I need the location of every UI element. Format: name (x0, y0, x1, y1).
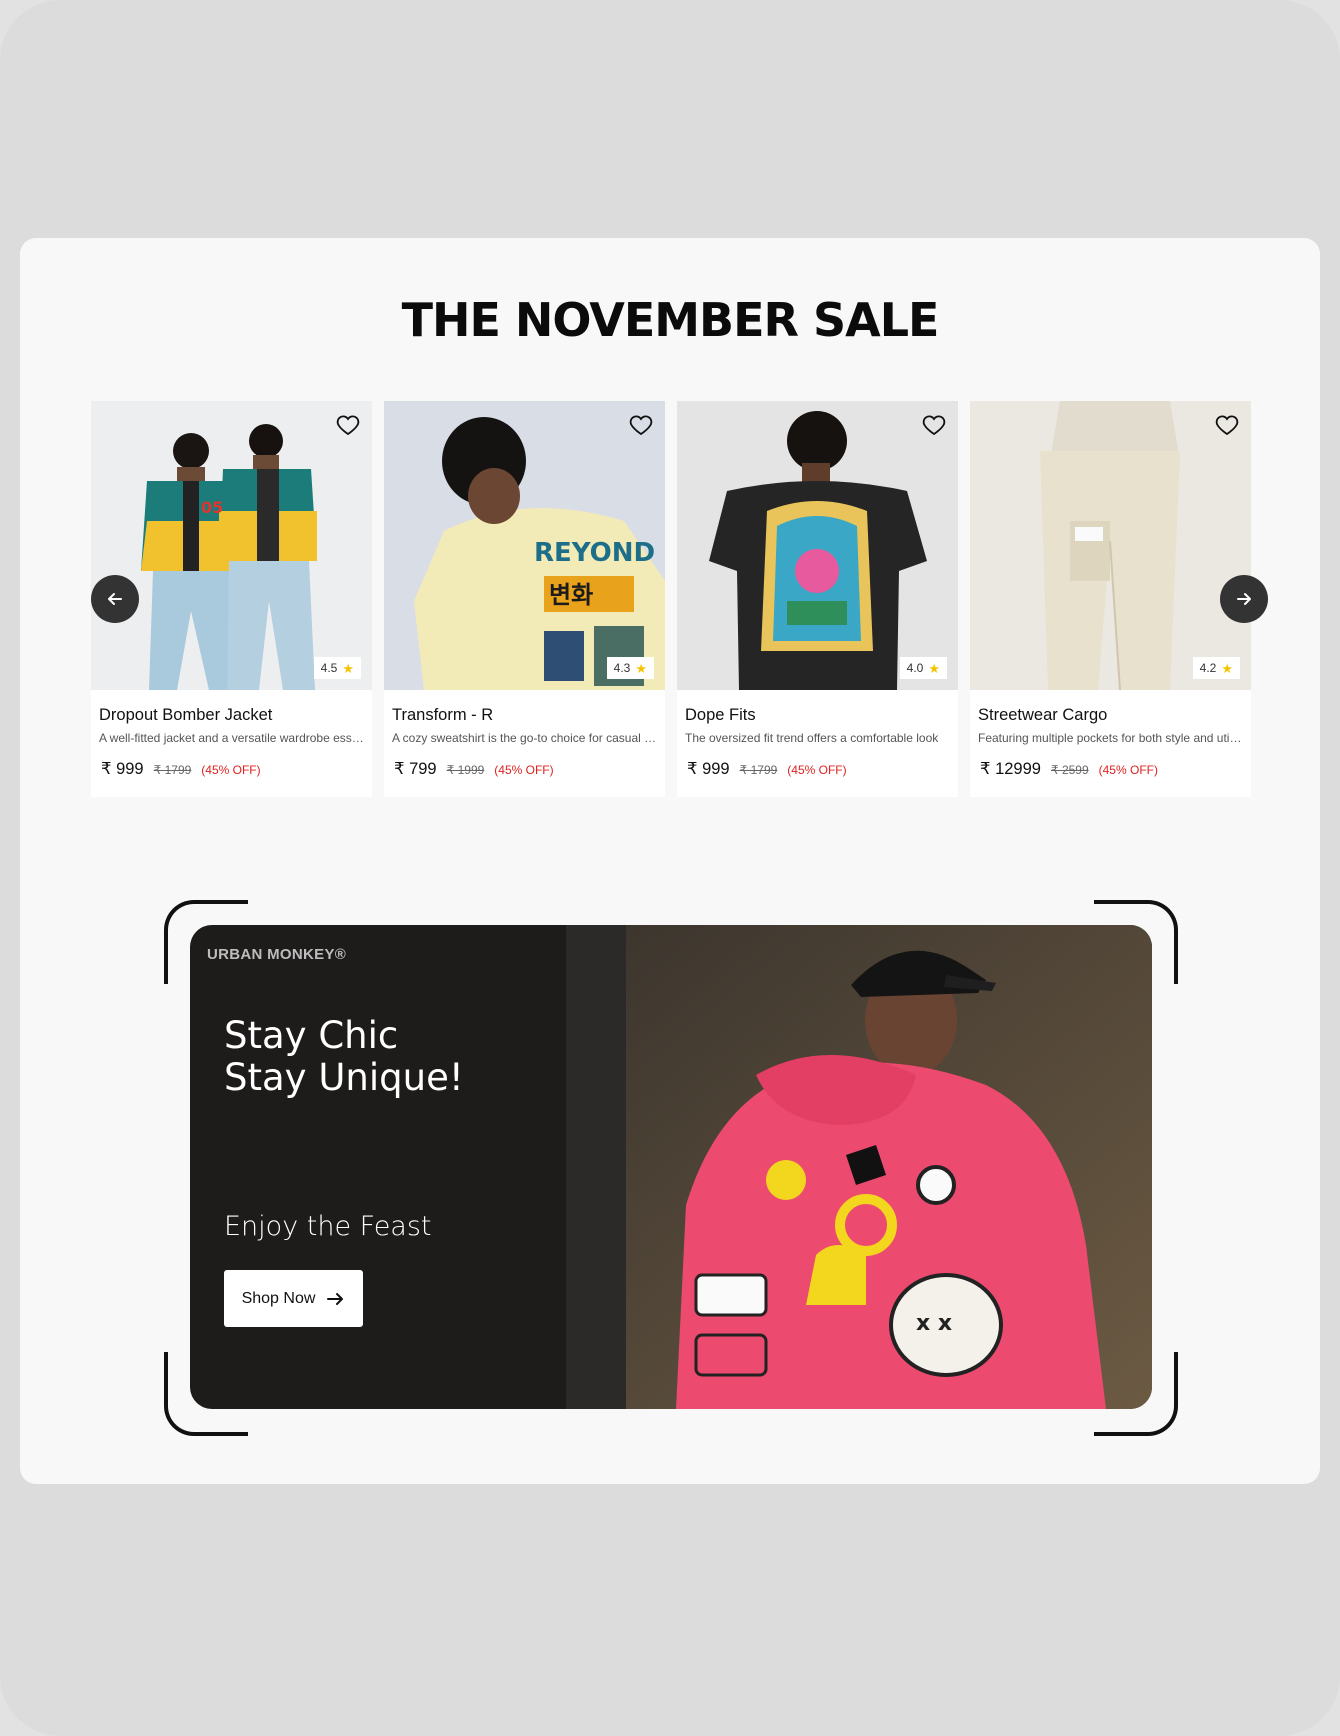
carousel-prev-button[interactable] (91, 575, 139, 623)
banner-subtext: Enjoy the Feast (224, 1211, 432, 1242)
headline-line-1: Stay Chic (224, 1014, 399, 1057)
discount-label: (45% OFF) (201, 763, 261, 777)
promo-banner[interactable]: URBAN MONKEY® Stay Chic Stay Unique! Enj… (190, 925, 1152, 1409)
sale-price: ₹ 999 (687, 760, 730, 778)
rating-badge: 4.5 ★ (313, 657, 361, 679)
product-description: A well-fitted jacket and a versatile war… (99, 731, 364, 745)
heart-icon[interactable] (1215, 413, 1239, 437)
product-name[interactable]: Dropout Bomber Jacket (99, 706, 272, 725)
product-name[interactable]: Dope Fits (685, 706, 756, 725)
sale-price: ₹ 12999 (980, 760, 1041, 778)
sale-price: ₹ 999 (101, 760, 144, 778)
arrow-right-icon (1237, 593, 1251, 605)
product-carousel: 05 4.5 ★ Dropout Bomber Jacket A well-fi… (91, 401, 1268, 797)
rating-badge: 4.2 ★ (1192, 657, 1240, 679)
rating-badge: 4.0 ★ (899, 657, 947, 679)
price-row: ₹ 12999 ₹ 2599 (45% OFF) (980, 759, 1158, 779)
product-name[interactable]: Transform - R (392, 706, 493, 725)
star-icon: ★ (1221, 660, 1233, 676)
arrow-right-icon (327, 1292, 344, 1305)
product-image[interactable]: 4.2 ★ (970, 401, 1251, 690)
heart-icon[interactable] (629, 413, 653, 437)
rating-value: 4.5 (320, 661, 338, 675)
shop-now-label: Shop Now (241, 1289, 316, 1307)
original-price: ₹ 1999 (446, 763, 485, 777)
discount-label: (45% OFF) (1098, 763, 1158, 777)
original-price: ₹ 1799 (739, 763, 778, 777)
rating-badge: 4.3 ★ (606, 657, 654, 679)
product-description: Featuring multiple pockets for both styl… (978, 731, 1243, 745)
product-image[interactable]: 4.0 ★ (677, 401, 958, 690)
product-card[interactable]: REYOND 변화 4.3 ★ Transform - R A cozy swe… (384, 401, 665, 797)
sale-price: ₹ 799 (394, 760, 437, 778)
product-image[interactable]: 05 4.5 ★ (91, 401, 372, 690)
brand-logo: URBAN MONKEY® (207, 946, 347, 963)
product-description: A cozy sweatshirt is the go-to choice fo… (392, 731, 657, 745)
original-price: ₹ 1799 (153, 763, 192, 777)
discount-label: (45% OFF) (787, 763, 847, 777)
sale-section: THE NOVEMBER SALE 05 4.5 ★ Dropout Bombe… (20, 238, 1320, 1484)
star-icon: ★ (635, 660, 647, 676)
product-description: The oversized fit trend offers a comfort… (685, 731, 939, 745)
product-image[interactable]: REYOND 변화 4.3 ★ (384, 401, 665, 690)
original-price: ₹ 2599 (1050, 763, 1089, 777)
heart-icon[interactable] (336, 413, 360, 437)
product-card[interactable]: 4.2 ★ Streetwear Cargo Featuring multipl… (970, 401, 1251, 797)
product-name[interactable]: Streetwear Cargo (978, 706, 1107, 725)
svg-text:05: 05 (201, 498, 223, 517)
star-icon: ★ (928, 660, 940, 676)
rating-value: 4.3 (613, 661, 631, 675)
svg-text:변화: 변화 (549, 581, 593, 609)
banner-headline: Stay Chic Stay Unique! (224, 1015, 464, 1099)
banner-image: x x (566, 925, 1152, 1409)
svg-text:REYOND: REYOND (534, 538, 655, 568)
shop-now-button[interactable]: Shop Now (224, 1270, 363, 1327)
arrow-left-icon (108, 593, 122, 605)
heart-icon[interactable] (922, 413, 946, 437)
product-card[interactable]: 4.0 ★ Dope Fits The oversized fit trend … (677, 401, 958, 797)
price-row: ₹ 999 ₹ 1799 (45% OFF) (101, 759, 261, 779)
section-title: THE NOVEMBER SALE (401, 293, 940, 347)
price-row: ₹ 799 ₹ 1999 (45% OFF) (394, 759, 554, 779)
rating-value: 4.2 (1199, 661, 1217, 675)
star-icon: ★ (342, 660, 354, 676)
carousel-next-button[interactable] (1220, 575, 1268, 623)
discount-label: (45% OFF) (494, 763, 554, 777)
svg-text:x x: x x (916, 1311, 952, 1336)
price-row: ₹ 999 ₹ 1799 (45% OFF) (687, 759, 847, 779)
rating-value: 4.0 (906, 661, 924, 675)
headline-line-2: Stay Unique! (224, 1056, 464, 1099)
